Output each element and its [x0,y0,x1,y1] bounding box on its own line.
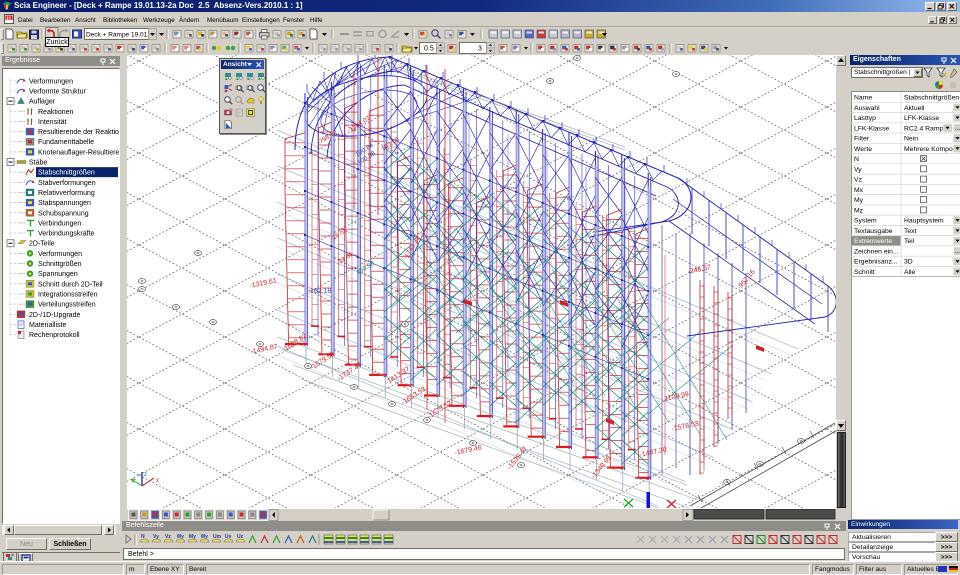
svg-text:Materialliste: Materialliste [29,322,66,329]
svg-text:Uz: Uz [237,534,244,540]
svg-text:Integrationsstreifen: Integrationsstreifen [38,291,98,298]
svg-text:Extremwerte: Extremwerte [854,238,892,245]
svg-text:Textausgabe: Textausgabe [854,227,893,234]
svg-text:Schnitt: Schnitt [854,268,875,275]
svg-text:Stabverformungen: Stabverformungen [38,180,96,187]
svg-text:Uv: Uv [225,534,232,540]
svg-text:Lasttyp: Lasttyp [854,115,876,122]
svg-text:Vz: Vz [854,176,863,183]
svg-text:Hauptsystem: Hauptsystem [904,217,944,224]
svg-text:0.5: 0.5 [424,46,434,53]
svg-text:Deck + Rampe 19.01: Deck + Rampe 19.01 [86,32,148,39]
svg-text:Verbindungskräfte: Verbindungskräfte [38,231,95,238]
svg-text:Intensität: Intensität [38,119,66,126]
svg-text:Auflager: Auflager [29,99,56,106]
svg-text:Mx: Mx [854,186,864,193]
svg-text:Knotenauflager-Resultierend: Knotenauflager-Resultierend [38,149,120,156]
svg-text:Schnittgrößen: Schnittgrößen [38,261,82,268]
svg-text:Stabschnittgrößen: Stabschnittgrößen [904,94,959,101]
svg-text:Werte: Werte [854,145,872,152]
svg-text:Relativverformung: Relativverformung [38,190,95,197]
svg-text:Aktuell: Aktuell [904,104,925,111]
svg-text:Schubspannung: Schubspannung [38,210,89,217]
svg-text:...: ... [955,125,960,131]
svg-text:Vy: Vy [854,166,862,173]
svg-text:Resultierende der Reaktionen: Resultierende der Reaktionen [38,129,120,136]
svg-text:Schnitt durch 2D-Teil: Schnitt durch 2D-Teil [38,281,103,288]
svg-text:3: 3 [478,46,482,53]
svg-text:Vy: Vy [153,534,159,540]
svg-text:Vz: Vz [165,534,171,540]
svg-text:Verteilungsstreifen: Verteilungsstreifen [38,302,96,309]
svg-text:Verformungen: Verformungen [38,251,82,258]
svg-text:N: N [141,534,145,540]
svg-text:Alle: Alle [904,268,916,275]
svg-text:2D-Teile: 2D-Teile [29,241,55,248]
svg-text:Filter: Filter [854,135,870,142]
svg-text:z: z [144,472,147,478]
svg-text:Teil: Teil [904,238,915,245]
svg-text:162.18: 162.18 [310,288,332,295]
svg-text:Auswahl: Auswahl [854,104,880,111]
svg-text:LFK-Klasse: LFK-Klasse [904,115,939,122]
svg-text:Um: Um [213,534,222,540]
svg-text:Verformungen: Verformungen [29,78,73,85]
svg-text:My: My [177,534,184,540]
svg-text:Reaktionen: Reaktionen [38,109,74,116]
svg-text:Rechenprotokoll: Rechenprotokoll [29,332,80,339]
svg-text:My: My [854,197,864,204]
svg-text:3D: 3D [904,258,913,265]
svg-text:RC2.4 Rampe: RC2.4 Rampe [904,125,947,132]
svg-text:Stäbe: Stäbe [29,160,47,167]
svg-text:Stabspannungen: Stabspannungen [38,200,91,207]
svg-text:Nein: Nein [904,135,918,142]
svg-text:Text: Text [904,227,917,234]
svg-text:My: My [189,534,196,540]
svg-text:Ergebnisanz...: Ergebnisanz... [854,258,898,265]
svg-text:2D-/1D-Upgrade: 2D-/1D-Upgrade [29,312,80,319]
svg-text:Name: Name [854,94,872,101]
svg-text:Mehrere Kompo: Mehrere Kompo [904,145,953,152]
svg-text:Verformte Struktur: Verformte Struktur [29,88,86,95]
svg-text:LFK-Klasse: LFK-Klasse [854,125,889,132]
svg-text:Verbindungen: Verbindungen [38,220,81,227]
svg-text:x: x [156,478,159,484]
svg-text:Spannungen: Spannungen [38,271,78,278]
svg-text:N: N [854,156,859,163]
svg-text:Stabschnittgrößen: Stabschnittgrößen [38,170,95,177]
svg-text:...: ... [955,248,960,254]
svg-text:My: My [201,534,208,540]
svg-text:System: System [854,217,877,224]
svg-text:Fundamenttabelle: Fundamenttabelle [38,139,94,146]
svg-text:Mz: Mz [854,207,864,214]
svg-text:Zeichnen ein...: Zeichnen ein... [854,248,899,255]
